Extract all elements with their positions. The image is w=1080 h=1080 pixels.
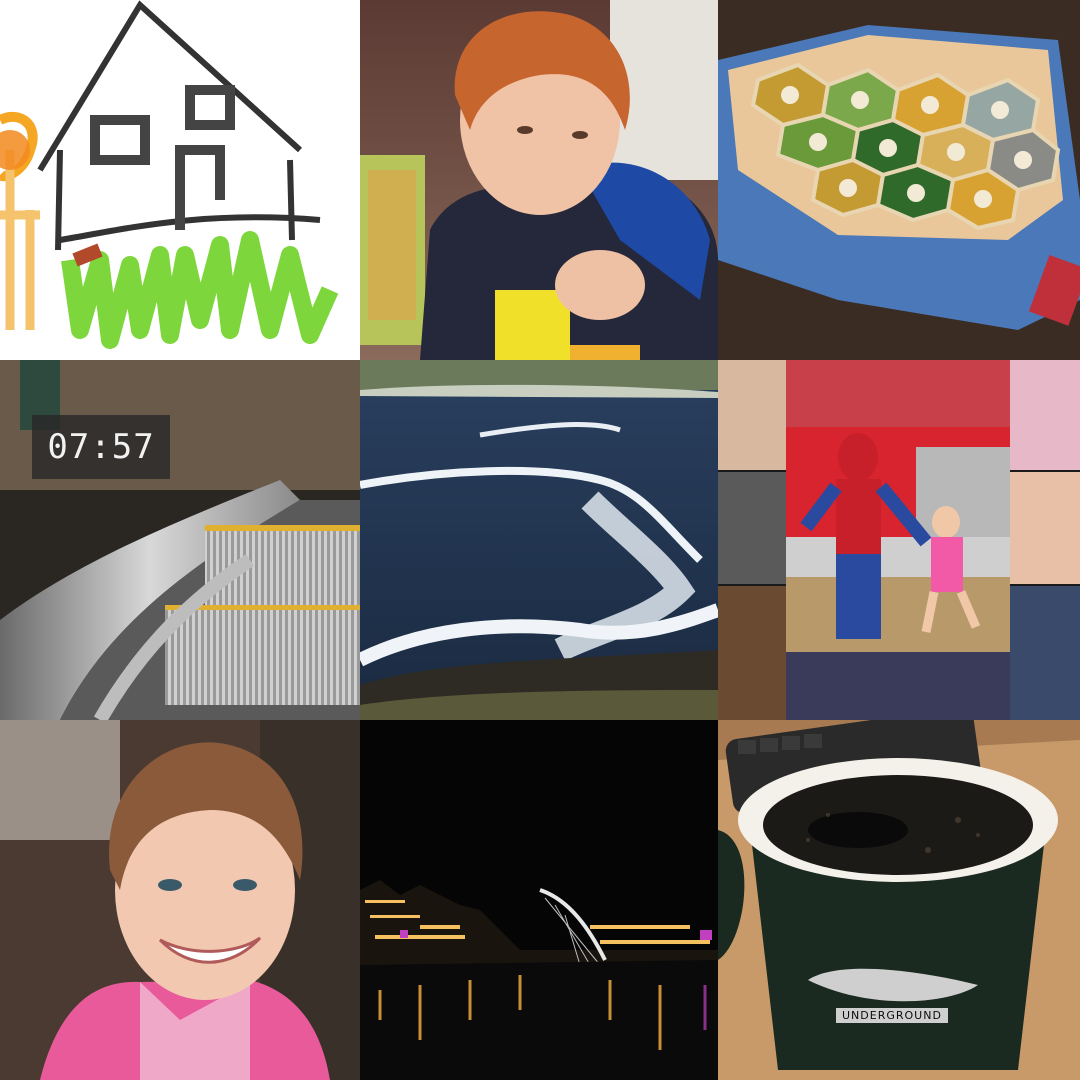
collage-cell: [786, 360, 1010, 427]
night-city-image: [360, 720, 718, 1080]
tile-ocean-waves[interactable]: [360, 360, 718, 720]
tile-night-city[interactable]: [360, 720, 718, 1080]
tile-board-game[interactable]: [718, 0, 1080, 360]
tile-house-drawing[interactable]: [0, 0, 360, 360]
house-drawing-image: [0, 0, 360, 360]
collage-cell: [718, 586, 786, 720]
mug-brand-label: UNDERGROUND: [836, 1008, 948, 1023]
clock-overlay: 07:57: [32, 415, 170, 479]
collage-cell: [718, 472, 786, 584]
collage-cell: [1010, 472, 1080, 584]
tile-escalator[interactable]: 07:57: [0, 360, 360, 720]
coffee-mug-image: [718, 720, 1080, 1080]
girl-smile-image: [0, 720, 360, 1080]
boy-puzzle-image: [360, 0, 718, 360]
tile-boy-puzzle[interactable]: [360, 0, 718, 360]
ocean-waves-image: [360, 360, 718, 720]
collage-cell: [718, 360, 786, 470]
collage-cell: [786, 652, 1010, 720]
photo-collage-grid: 07:57 UNDERGROUND: [0, 0, 1080, 1080]
tile-kids-collage[interactable]: [718, 360, 1080, 720]
spiderman-photo: [786, 427, 1010, 652]
tile-girl-smile[interactable]: [0, 720, 360, 1080]
collage-cell: [1010, 586, 1080, 720]
collage-cell: [1010, 360, 1080, 470]
escalator-image: [0, 360, 360, 720]
board-game-image: [718, 0, 1080, 360]
tile-coffee-mug[interactable]: UNDERGROUND: [718, 720, 1080, 1080]
